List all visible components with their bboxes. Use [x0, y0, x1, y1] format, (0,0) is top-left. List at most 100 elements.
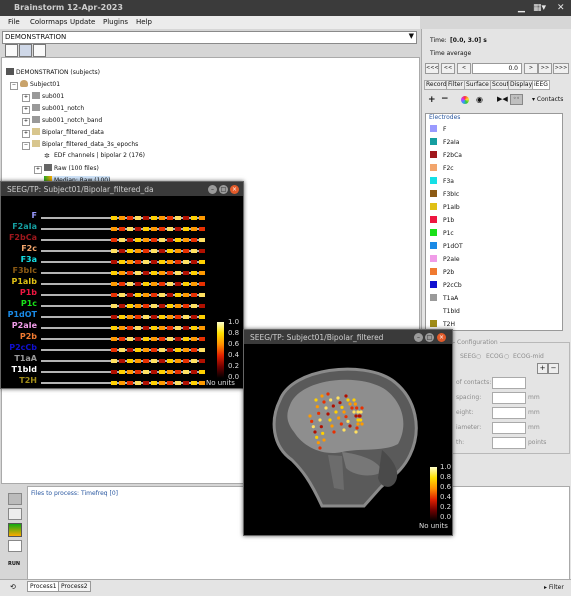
color-icon[interactable]: [461, 96, 469, 104]
tree-node-bipolar-filtered[interactable]: + Bipolar_filtered_data: [22, 128, 104, 138]
close-icon[interactable]: ×: [437, 333, 446, 342]
expand-icon[interactable]: +: [22, 106, 30, 114]
diameter-field[interactable]: [492, 422, 526, 434]
process1-mode-icon[interactable]: [8, 493, 22, 505]
electrode-item[interactable]: T1bId: [430, 307, 460, 315]
electrode-item[interactable]: P2aIe: [430, 255, 460, 263]
electrode-item[interactable]: T1aA: [430, 294, 458, 302]
tab-process1[interactable]: Process1: [27, 581, 60, 592]
electrode-item[interactable]: P1aIb: [430, 203, 460, 211]
contacts-menu[interactable]: ▾ Contacts: [532, 96, 563, 103]
length-field[interactable]: [492, 437, 526, 449]
activity-segment: [191, 293, 197, 297]
tab-display[interactable]: Display: [508, 80, 535, 90]
add-config-button[interactable]: +: [537, 363, 548, 374]
menu-help[interactable]: Help: [136, 18, 152, 26]
functional-view-icon[interactable]: [5, 44, 18, 57]
tree-node-raw[interactable]: + Raw (100 files): [34, 164, 99, 174]
menu-update[interactable]: Update: [70, 18, 95, 26]
maximize-icon[interactable]: □: [219, 185, 228, 194]
activity-segment: [143, 348, 149, 352]
activity-segment: [159, 337, 165, 341]
tab-ieeg[interactable]: iEEG: [532, 80, 550, 90]
electrode-item[interactable]: F2bCa: [430, 151, 462, 159]
tab-process2[interactable]: Process2: [58, 581, 91, 592]
filter-button[interactable]: ▸ Filter: [544, 584, 564, 591]
electrode-item[interactable]: P1dOT: [430, 242, 463, 250]
nav-first-button[interactable]: <<<: [425, 63, 439, 74]
tree-node-sub001[interactable]: + sub001: [22, 92, 64, 102]
remove-icon[interactable]: −: [441, 94, 449, 104]
nav-prev-fast-button[interactable]: <<: [441, 63, 455, 74]
nav-last-button[interactable]: >>>: [553, 63, 569, 74]
electrode-item[interactable]: P1b: [430, 216, 454, 224]
minimize-icon[interactable]: –: [208, 185, 217, 194]
menu-plugins[interactable]: Plugins: [103, 18, 128, 26]
minimize-icon[interactable]: –: [414, 333, 423, 342]
collapse-icon[interactable]: −: [10, 82, 18, 90]
electrode-item[interactable]: F3a: [430, 177, 454, 185]
collapse-icon[interactable]: −: [22, 142, 30, 150]
spacing-field[interactable]: [492, 392, 526, 404]
data-view-icon[interactable]: [33, 44, 46, 57]
modality-ecog-mid[interactable]: ECOG-mid: [513, 353, 544, 360]
protocol-select[interactable]: DEMONSTRATION ▼: [2, 31, 417, 44]
electrode-contact: [342, 428, 346, 432]
refresh-icon[interactable]: ⟲: [10, 583, 16, 591]
layout-icon[interactable]: ▦▾: [533, 3, 546, 13]
electrode-item[interactable]: F2c: [430, 164, 454, 172]
tree-node-channels[interactable]: ✲ EDF channels | bipolar 2 (176): [44, 152, 145, 160]
timefreq-icon[interactable]: [8, 523, 22, 537]
electrode-item[interactable]: F3bIc: [430, 190, 459, 198]
tree-root[interactable]: DEMONSTRATION (subjects): [6, 68, 100, 76]
nav-next-button[interactable]: >: [524, 63, 538, 74]
electrode-item[interactable]: T2H: [430, 320, 455, 328]
expand-icon[interactable]: +: [22, 130, 30, 138]
expand-icon[interactable]: +: [22, 118, 30, 126]
modality-seeg[interactable]: SEEG: [460, 353, 476, 360]
close-icon[interactable]: ×: [230, 185, 239, 194]
link-mode-icon[interactable]: ◦◦: [510, 94, 523, 105]
nav-prev-button[interactable]: <: [457, 63, 471, 74]
expand-icon[interactable]: +: [22, 94, 30, 102]
tree-node-sub001-notch-band[interactable]: + sub001_notch_band: [22, 116, 102, 126]
matrix-icon[interactable]: [8, 540, 22, 552]
process2-mode-icon[interactable]: [8, 508, 22, 520]
eye-icon[interactable]: ◉: [476, 95, 483, 104]
figure-titlebar[interactable]: SEEG/TP: Subject01/Bipolar_filtered_da –…: [1, 182, 243, 196]
contacts-count-field[interactable]: [492, 377, 526, 389]
radio-icon[interactable]: ○: [504, 353, 509, 360]
expand-icon[interactable]: +: [34, 166, 42, 174]
electrode-item[interactable]: F: [430, 125, 446, 133]
electrode-item[interactable]: P2cCb: [430, 281, 462, 289]
electrode-item[interactable]: F2aIa: [430, 138, 459, 146]
figure-titlebar[interactable]: SEEG/TP: Subject01/Bipolar_filtered – □ …: [244, 330, 452, 344]
tab-surface[interactable]: Surface: [464, 80, 491, 90]
nav-next-fast-button[interactable]: >>: [538, 63, 552, 74]
mri-figure-window[interactable]: SEEG/TP: Subject01/Bipolar_filtered – □ …: [243, 329, 453, 536]
run-button[interactable]: RUN: [8, 561, 20, 567]
menu-file[interactable]: File: [8, 18, 20, 26]
close-icon[interactable]: ✕: [557, 3, 565, 13]
height-field[interactable]: [492, 407, 526, 419]
modality-ecog[interactable]: ECOG: [486, 353, 503, 360]
minimize-icon[interactable]: ▁: [518, 3, 525, 13]
electrode-item[interactable]: P1c: [430, 229, 454, 237]
electrode-contact: [310, 419, 314, 423]
time-input[interactable]: 0.0: [472, 63, 522, 74]
electrode-item[interactable]: P2b: [430, 268, 454, 276]
mri-slice-view[interactable]: [262, 360, 430, 508]
display-mode-icon[interactable]: ▶◀: [497, 95, 508, 103]
tree-node-subject01[interactable]: − Subject01: [10, 80, 60, 90]
radio-icon[interactable]: ○: [476, 353, 481, 360]
tree-node-sub001-notch[interactable]: + sub001_notch: [22, 104, 84, 114]
remove-config-button[interactable]: −: [548, 363, 559, 374]
menu-colormaps[interactable]: Colormaps: [30, 18, 67, 26]
seeg-figure-window[interactable]: SEEG/TP: Subject01/Bipolar_filtered_da –…: [0, 181, 244, 389]
add-icon[interactable]: +: [428, 95, 436, 105]
tree-node-bipolar-epochs[interactable]: − Bipolar_filtered_data_3s_epochs: [22, 140, 138, 150]
electrode-contact: [356, 422, 360, 426]
maximize-icon[interactable]: □: [425, 333, 434, 342]
tab-filter[interactable]: Filter: [446, 80, 465, 90]
anatomy-view-icon[interactable]: [19, 44, 32, 57]
